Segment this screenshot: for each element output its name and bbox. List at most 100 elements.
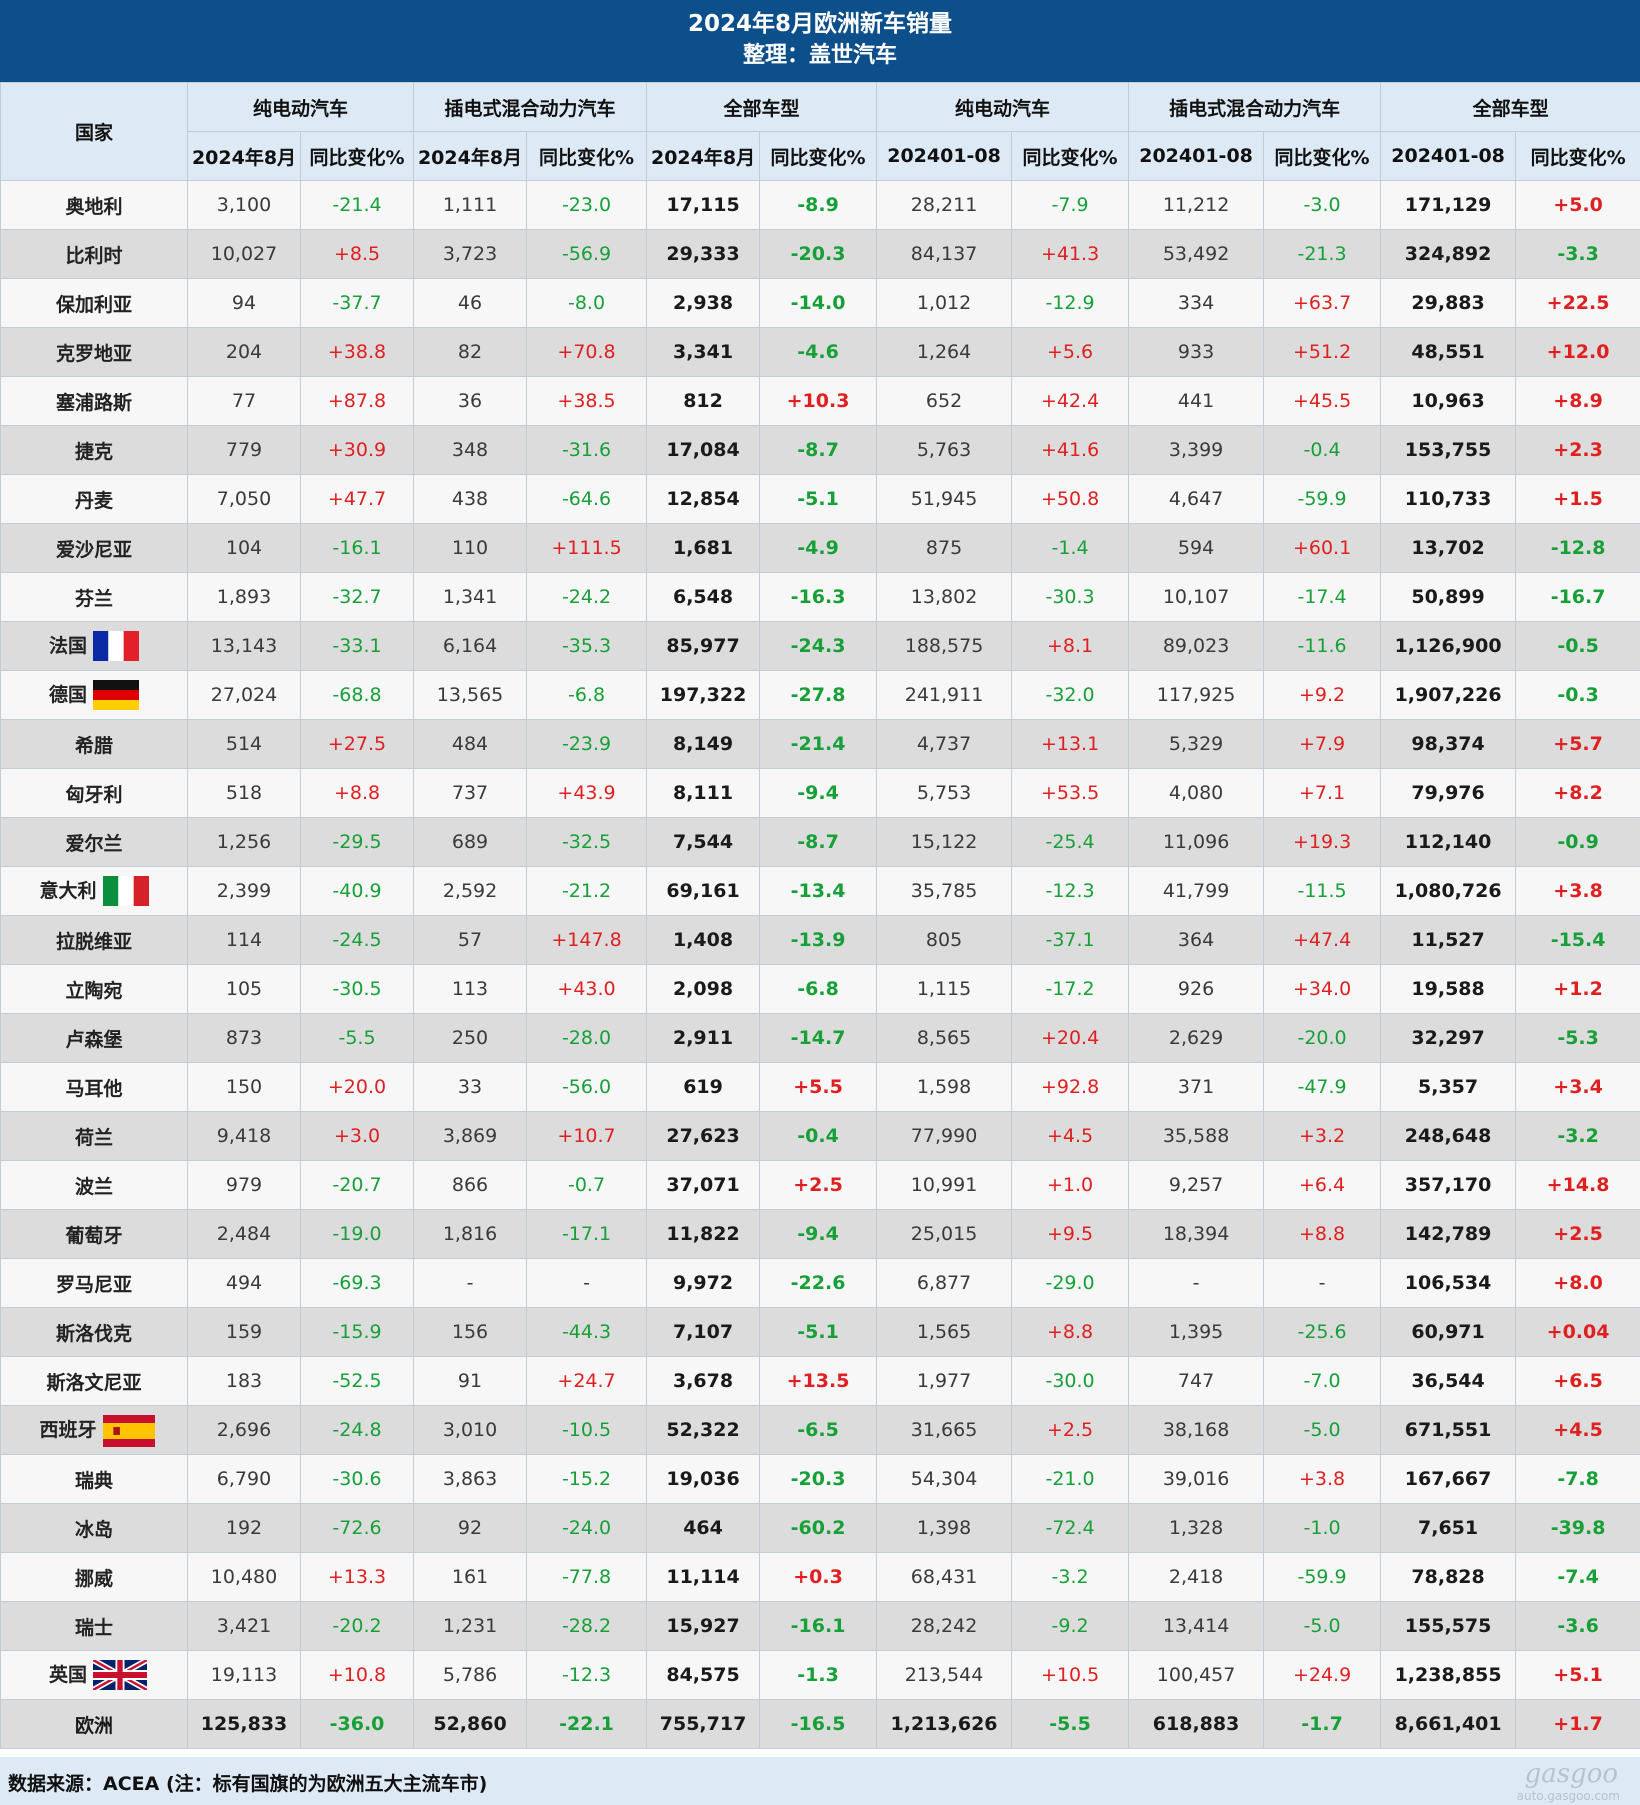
yoy-change-cell: -11.6 (1263, 621, 1382, 671)
yoy-change-cell: -5.1 (759, 474, 878, 524)
sales-value-cell: 2,911 (646, 1013, 761, 1063)
sales-value-cell: 113 (413, 964, 528, 1014)
sales-value-cell: 9,972 (646, 1258, 761, 1308)
yoy-change-cell: -12.8 (1515, 523, 1640, 573)
country-name: 冰岛 (74, 1518, 113, 1541)
sales-value-cell: 8,661,401 (1380, 1699, 1517, 1749)
table-row: 荷兰 9,418 +3.0 3,869 +10.7 27,623 -0.4 77,990 +4.… (0, 1111, 1640, 1161)
yoy-change-cell: -5.5 (1011, 1699, 1130, 1749)
yoy-change-cell: -72.4 (1011, 1503, 1130, 1553)
yoy-change-cell: +9.5 (1011, 1209, 1130, 1259)
yoy-change-cell: -20.7 (299, 1160, 415, 1210)
sales-value-cell: 105 (187, 964, 301, 1014)
country-name: 意大利 (39, 879, 97, 902)
yoy-change-cell: +42.4 (1011, 376, 1130, 426)
sales-value-cell: 13,565 (413, 670, 528, 720)
germany-flag-icon (93, 680, 139, 711)
yoy-change-cell: -25.4 (1011, 817, 1130, 867)
yoy-change-cell: +3.4 (1515, 1062, 1640, 1112)
sales-value-cell: 5,753 (876, 768, 1013, 818)
yoy-change-cell: +1.5 (1515, 474, 1640, 524)
country-cell: 德国 (0, 670, 188, 720)
sales-value-cell: 926 (1128, 964, 1265, 1014)
table-row: 拉脱维亚 114 -24.5 57 +147.8 1,408 -13.9 805 -37.1 36… (0, 915, 1640, 965)
sales-value-cell: 82 (413, 327, 528, 377)
yoy-change-cell: -47.9 (1263, 1062, 1382, 1112)
yoy-change-cell: -59.9 (1263, 474, 1382, 524)
group-header: 纯电动汽车 (186, 82, 415, 132)
sales-value-cell: 53,492 (1128, 229, 1265, 279)
sales-value-cell: 125,833 (187, 1699, 301, 1749)
yoy-change-cell: -32.7 (299, 572, 415, 622)
yoy-change-cell: -7.9 (1011, 180, 1130, 230)
sales-value-cell: 19,113 (187, 1650, 301, 1700)
sales-value-cell: 1,598 (876, 1062, 1013, 1112)
country-name: 欧洲 (74, 1714, 113, 1737)
sales-value-cell: 50,899 (1380, 572, 1517, 622)
country-cell: 卢森堡 (0, 1013, 188, 1063)
yoy-change-cell: -15.2 (526, 1454, 648, 1504)
sales-value-cell: 54,304 (876, 1454, 1013, 1504)
country-cell: 保加利亚 (0, 278, 188, 328)
table-row: 爱沙尼亚 104 -16.1 110 +111.5 1,681 -4.9 875 -1.4 594… (0, 523, 1640, 573)
sales-value-cell: 10,963 (1380, 376, 1517, 426)
yoy-change-cell: +8.0 (1515, 1258, 1640, 1308)
country-cell: 瑞典 (0, 1454, 188, 1504)
yoy-change-cell: +47.4 (1263, 915, 1382, 965)
country-cell: 葡萄牙 (0, 1209, 188, 1259)
country-cell: 斯洛伐克 (0, 1307, 188, 1357)
yoy-change-cell: +14.8 (1515, 1160, 1640, 1210)
sales-value-cell: 8,111 (646, 768, 761, 818)
column-header: 同比变化% (299, 131, 415, 181)
yoy-change-cell: -3.6 (1515, 1601, 1640, 1651)
yoy-change-cell: -5.0 (1263, 1601, 1382, 1651)
sales-value-cell: 873 (187, 1013, 301, 1063)
sales-value-cell: 9,418 (187, 1111, 301, 1161)
table-row: 葡萄牙 2,484 -19.0 1,816 -17.1 11,822 -9.4 25,015 +… (0, 1209, 1640, 1259)
sales-value-cell: 3,010 (413, 1405, 528, 1455)
title-bar: 2024年8月欧洲新车销量 整理：盖世汽车 (0, 0, 1640, 82)
table-row: 德国 27,024 -68.8 13,565 -6.8 197,322 -27.8 241,9… (0, 670, 1640, 720)
sales-value-cell: 1,012 (876, 278, 1013, 328)
table-row: 匈牙利 518 +8.8 737 +43.9 8,111 -9.4 5,753 +53.5 4,0… (0, 768, 1640, 818)
sales-value-cell: 1,893 (187, 572, 301, 622)
yoy-change-cell: -20.0 (1263, 1013, 1382, 1063)
country-cell: 塞浦路斯 (0, 376, 188, 426)
yoy-change-cell: -9.4 (759, 1209, 878, 1259)
yoy-change-cell: -16.1 (759, 1601, 878, 1651)
column-header: 202401-08 (1380, 131, 1517, 181)
table-row: 克罗地亚 204 +38.8 82 +70.8 3,341 -4.6 1,264 +5.6 933… (0, 327, 1640, 377)
yoy-change-cell: -7.4 (1515, 1552, 1640, 1602)
yoy-change-cell: +24.7 (526, 1356, 648, 1406)
yoy-change-cell: -29.0 (1011, 1258, 1130, 1308)
country-name: 葡萄牙 (65, 1224, 123, 1247)
uk-flag-icon (91, 1657, 149, 1693)
yoy-change-cell: -35.3 (526, 621, 648, 671)
sales-value-cell: 35,785 (876, 866, 1013, 916)
table-row: 波兰 979 -20.7 866 -0.7 37,071 +2.5 10,991 +1.0 9,2… (0, 1160, 1640, 1210)
sales-value-cell: 13,414 (1128, 1601, 1265, 1651)
country-name: 芬兰 (74, 587, 113, 610)
sales-value-cell: 155,575 (1380, 1601, 1517, 1651)
sales-value-cell: 19,036 (646, 1454, 761, 1504)
sales-value-cell: 1,408 (646, 915, 761, 965)
sales-value-cell: 1,328 (1128, 1503, 1265, 1553)
yoy-change-cell: -60.2 (759, 1503, 878, 1553)
sales-value-cell: 3,863 (413, 1454, 528, 1504)
yoy-change-cell: -56.0 (526, 1062, 648, 1112)
yoy-change-cell: -36.0 (299, 1699, 415, 1749)
sales-value-cell: 78,828 (1380, 1552, 1517, 1602)
sales-value-cell: 2,592 (413, 866, 528, 916)
sales-value-cell: 2,418 (1128, 1552, 1265, 1602)
country-cell: 挪威 (0, 1552, 188, 1602)
yoy-change-cell: -15.9 (299, 1307, 415, 1357)
yoy-change-cell: +43.0 (526, 964, 648, 1014)
yoy-change-cell: +4.5 (1011, 1111, 1130, 1161)
yoy-change-cell: -33.1 (299, 621, 415, 671)
country-name: 希腊 (74, 734, 113, 757)
sales-value-cell: 29,883 (1380, 278, 1517, 328)
column-header: 同比变化% (1515, 131, 1640, 181)
sales-value-cell: 167,667 (1380, 1454, 1517, 1504)
yoy-change-cell: +1.2 (1515, 964, 1640, 1014)
sales-value-cell: 364 (1128, 915, 1265, 965)
